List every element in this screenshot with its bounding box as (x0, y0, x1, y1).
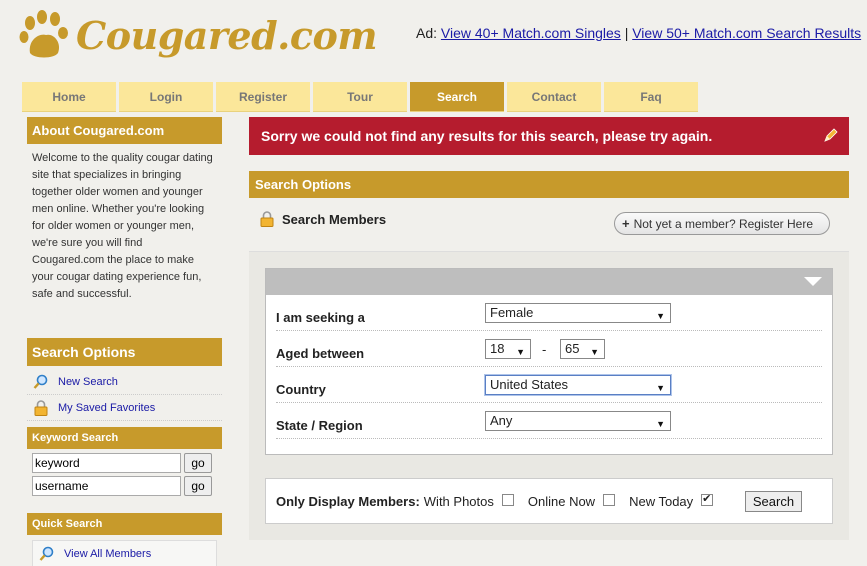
filter-bar: Only Display Members: With Photos Online… (265, 478, 833, 524)
filter-label: Only Display Members: (276, 493, 420, 509)
ad-separator: | (624, 25, 629, 41)
register-here-label: Not yet a member? Register Here (633, 216, 813, 231)
age-min-value: 18 (490, 341, 505, 356)
seeking-label: I am seeking a (276, 310, 365, 325)
country-label: Country (276, 382, 326, 397)
register-here-button[interactable]: + Not yet a member? Register Here (614, 212, 830, 235)
age-row: Aged between 18 ▼ - 65 ▼ (276, 331, 822, 367)
site-logo[interactable]: Cougared.com (18, 6, 378, 64)
search-button[interactable]: Search (745, 491, 802, 512)
saved-favorites-link[interactable]: My Saved Favorites (27, 395, 222, 421)
error-banner: Sorry we could not find any results for … (249, 117, 849, 155)
sidebar: About Cougared.com Welcome to the qualit… (27, 117, 222, 566)
ad-link-50-plus[interactable]: View 50+ Match.com Search Results (632, 25, 861, 41)
pencil-icon (823, 127, 839, 148)
dropdown-arrow-icon: ▼ (656, 383, 665, 393)
nav-faq[interactable]: Faq (604, 82, 698, 112)
username-input[interactable] (32, 476, 181, 496)
state-label: State / Region (276, 418, 363, 433)
dropdown-arrow-icon: ▼ (516, 347, 525, 357)
lock-icon (33, 399, 49, 416)
magnifier-icon (39, 546, 55, 562)
search-form-panel: I am seeking a Female ▼ Aged between 18 … (249, 251, 849, 459)
keyword-search-row: go (32, 452, 222, 474)
search-members-label: Search Members (282, 211, 387, 227)
about-text: Welcome to the quality cougar dating sit… (32, 152, 213, 300)
age-dash: - (542, 342, 547, 357)
view-all-members-label[interactable]: View All Members (64, 548, 151, 560)
saved-favorites-label[interactable]: My Saved Favorites (58, 402, 155, 414)
nav-search[interactable]: Search (410, 82, 504, 112)
main-content: Sorry we could not find any results for … (249, 117, 849, 540)
age-max-select[interactable]: 65 ▼ (560, 339, 605, 359)
age-max-value: 65 (565, 341, 580, 356)
main-nav: Home Login Register Tour Search Contact … (22, 82, 701, 112)
filter-panel: Only Display Members: With Photos Online… (249, 459, 849, 540)
dropdown-arrow-icon: ▼ (656, 311, 665, 321)
ad-prefix: Ad: (416, 25, 438, 41)
error-message: Sorry we could not find any results for … (261, 128, 713, 144)
dropdown-arrow-icon: ▼ (590, 347, 599, 357)
collapse-triangle-icon[interactable] (804, 277, 822, 286)
nav-tour[interactable]: Tour (313, 82, 407, 112)
state-select[interactable]: Any ▼ (485, 411, 671, 431)
state-row: State / Region Any ▼ (276, 403, 822, 439)
quick-search-heading: Quick Search (27, 513, 222, 535)
search-members-row: Search Members + Not yet a member? Regis… (249, 198, 849, 251)
age-min-select[interactable]: 18 ▼ (485, 339, 531, 359)
magnifier-icon (33, 374, 49, 390)
online-now-checkbox[interactable] (603, 494, 616, 506)
site-name: Cougared.com (76, 12, 378, 58)
search-options-title: Search Options (249, 171, 849, 198)
nav-login[interactable]: Login (119, 82, 213, 112)
keyword-go-button[interactable]: go (184, 453, 212, 473)
form-header-bar (266, 269, 832, 295)
ad-banner: Ad: View 40+ Match.com Singles | View 50… (416, 25, 861, 41)
new-today-label: New Today (629, 493, 694, 509)
nav-home[interactable]: Home (22, 82, 116, 112)
plus-icon: + (622, 216, 630, 231)
keyword-input[interactable] (32, 453, 181, 473)
view-all-members-link[interactable]: View All Members (33, 541, 216, 566)
aged-between-label: Aged between (276, 346, 365, 361)
state-value: Any (490, 413, 513, 428)
username-go-button[interactable]: go (184, 476, 212, 496)
new-search-link[interactable]: New Search (27, 369, 222, 395)
dropdown-arrow-icon: ▼ (656, 419, 665, 429)
nav-register[interactable]: Register (216, 82, 310, 112)
nav-contact[interactable]: Contact (507, 82, 601, 112)
about-heading: About Cougared.com (27, 117, 222, 144)
username-search-row: go (32, 475, 222, 497)
with-photos-checkbox[interactable] (501, 494, 514, 506)
new-today-checkbox[interactable] (701, 492, 714, 506)
paw-print-icon (19, 10, 68, 58)
keyword-search-heading: Keyword Search (27, 427, 222, 449)
search-options-heading: Search Options (27, 338, 222, 366)
search-form: I am seeking a Female ▼ Aged between 18 … (265, 268, 833, 455)
country-value: United States (490, 377, 569, 392)
country-row: Country United States ▼ (276, 367, 822, 403)
with-photos-label: With Photos (423, 493, 494, 509)
country-select[interactable]: United States ▼ (485, 375, 671, 395)
search-members-title: Search Members (260, 211, 386, 227)
ad-link-40-plus[interactable]: View 40+ Match.com Singles (441, 25, 621, 41)
new-search-label[interactable]: New Search (58, 376, 118, 388)
seeking-row: I am seeking a Female ▼ (276, 295, 822, 331)
online-now-label: Online Now (527, 493, 596, 509)
lock-icon (260, 211, 274, 227)
seeking-select[interactable]: Female ▼ (485, 303, 671, 323)
seeking-value: Female (490, 305, 534, 320)
